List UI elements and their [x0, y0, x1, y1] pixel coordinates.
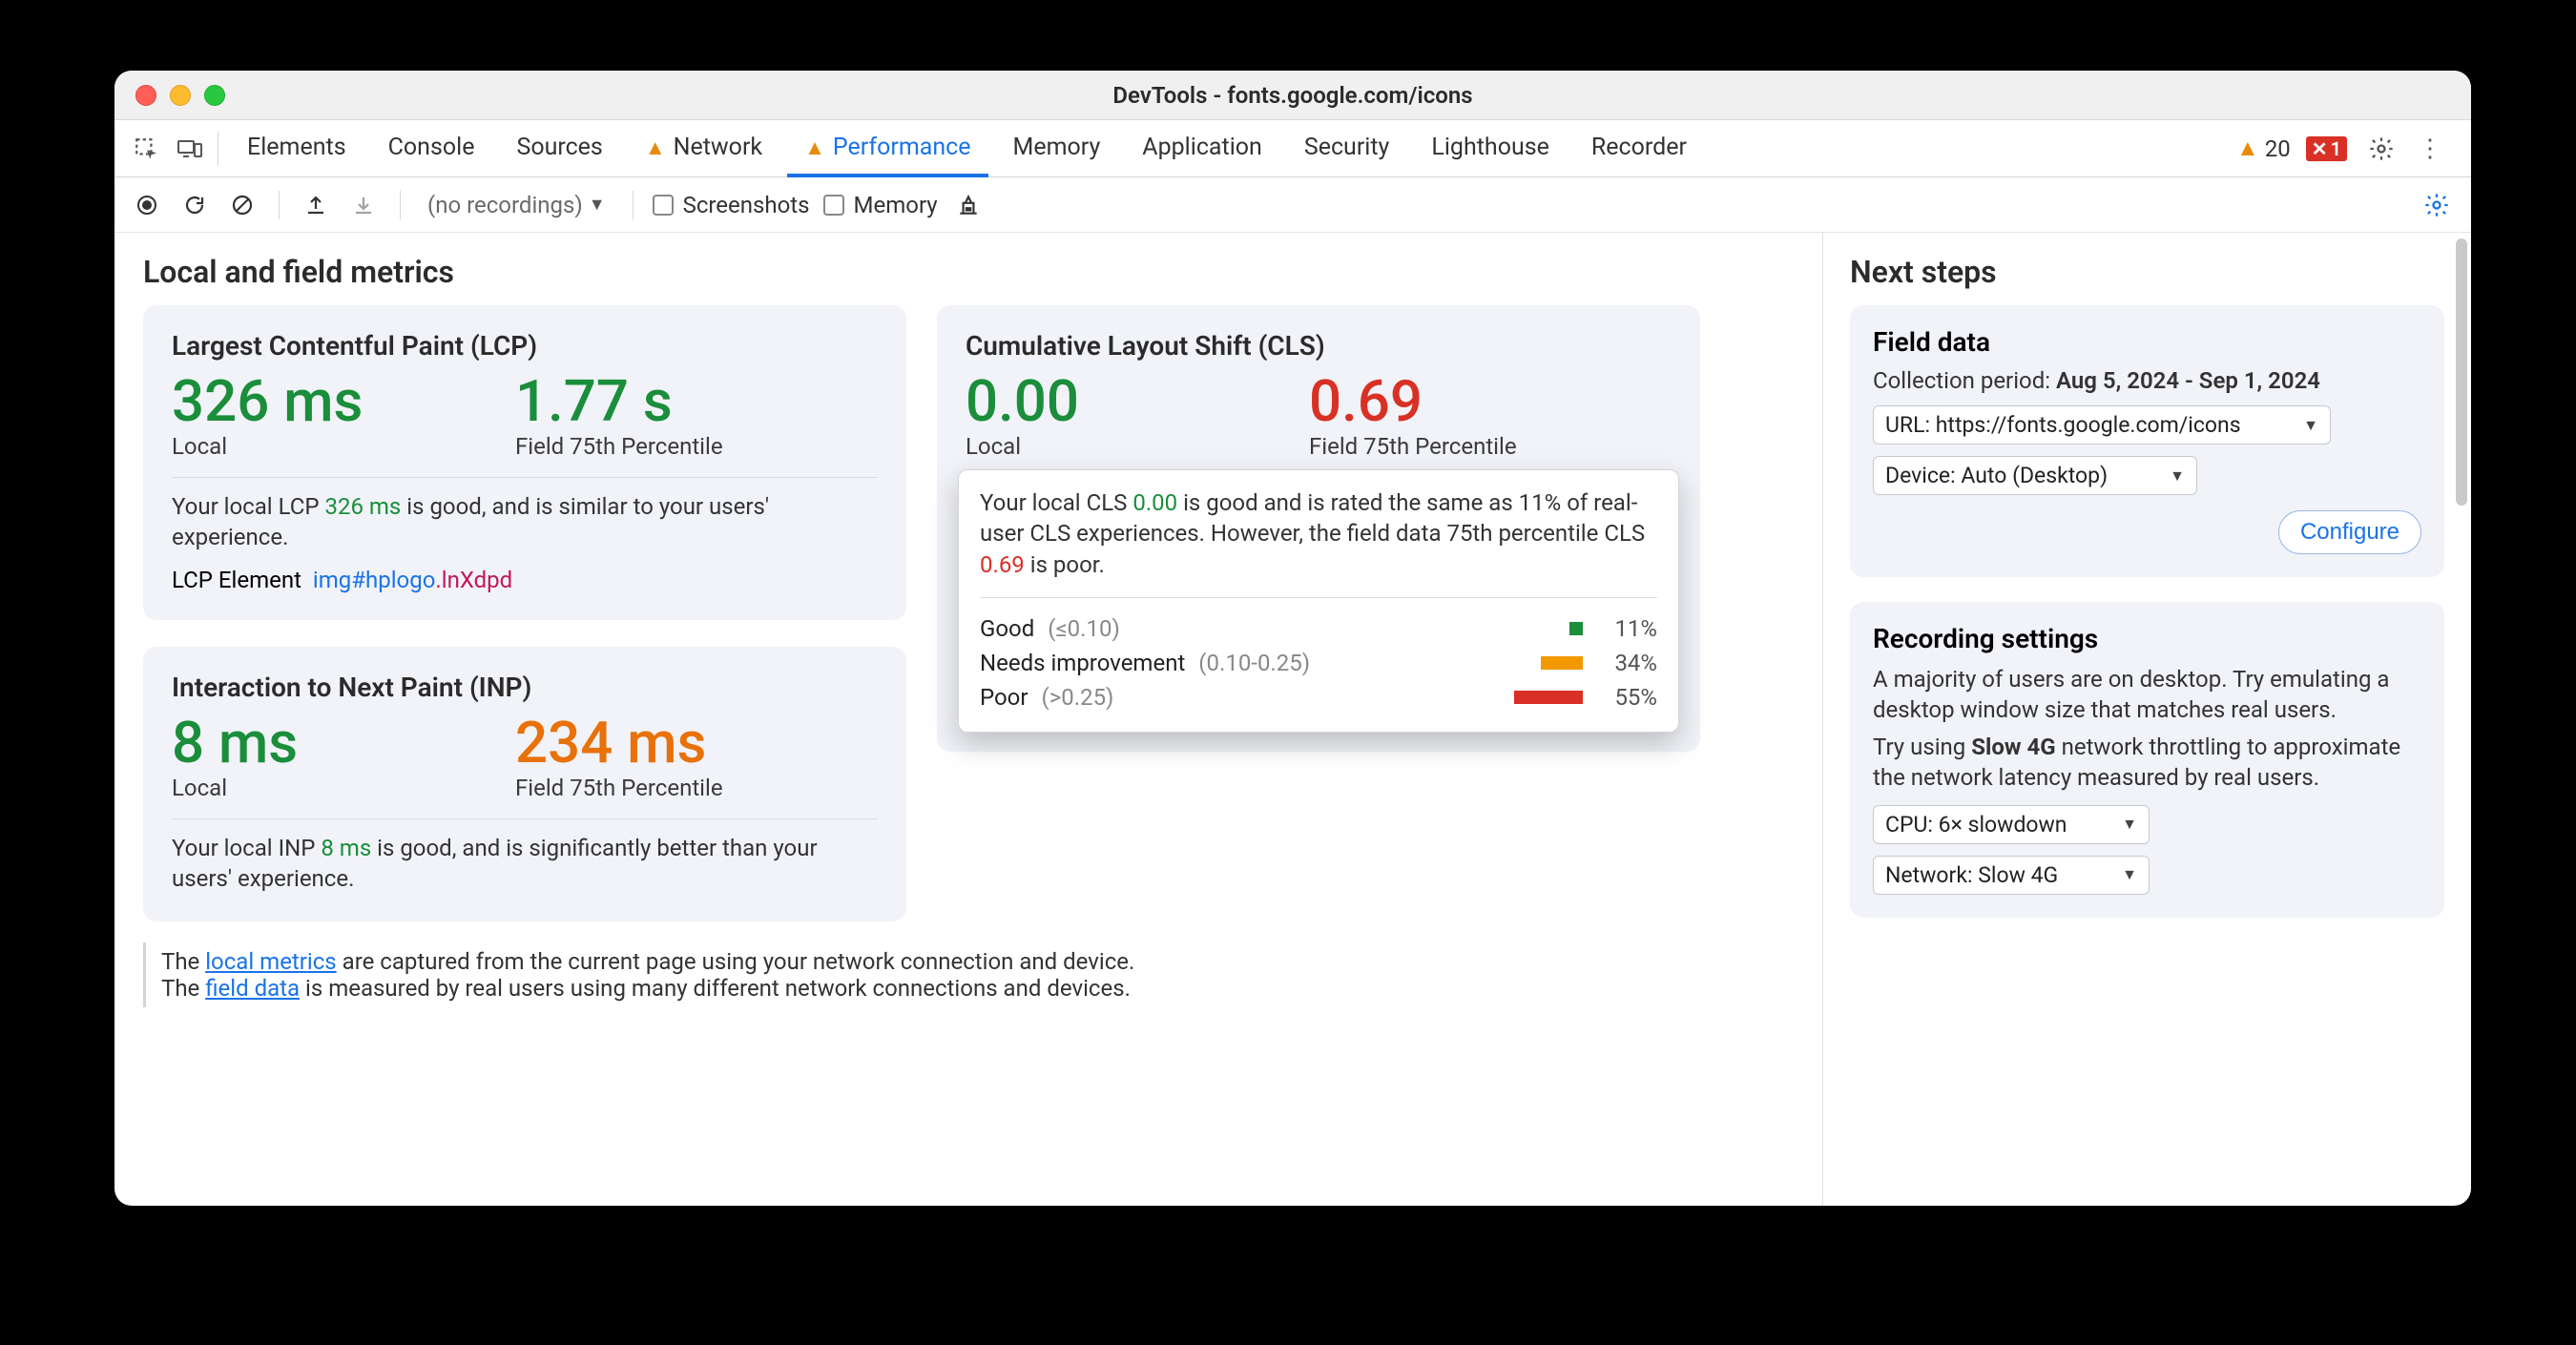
tab-recorder[interactable]: Recorder	[1574, 121, 1704, 177]
bar-good	[1569, 622, 1583, 635]
cls-card: Cumulative Layout Shift (CLS) 0.00 Local…	[937, 305, 1700, 752]
caret-down-icon: ▼	[2170, 466, 2185, 486]
url-select[interactable]: URL: https://fonts.google.com/icons▼	[1873, 405, 2331, 445]
memory-checkbox[interactable]: Memory	[823, 192, 938, 218]
recording-p1: A majority of users are on desktop. Try …	[1873, 664, 2421, 726]
cls-distribution: Good (≤0.10) 11% Needs improvement (0.10…	[980, 611, 1657, 714]
lcp-card: Largest Contentful Paint (LCP) 326 ms Lo…	[143, 305, 906, 620]
recording-settings-title: Recording settings	[1873, 623, 2421, 654]
scrollbar[interactable]	[2456, 235, 2469, 1204]
tab-lighthouse[interactable]: Lighthouse	[1414, 121, 1567, 177]
minimize-window-button[interactable]	[170, 85, 191, 106]
lcp-element[interactable]: LCP Element img#hplogo.lnXdpd	[172, 567, 878, 593]
checkbox-icon	[653, 195, 674, 216]
tab-application[interactable]: Application	[1125, 121, 1279, 177]
configure-button[interactable]: Configure	[2278, 510, 2421, 554]
recording-settings-card: Recording settings A majority of users a…	[1850, 602, 2444, 918]
cls-popover-text: Your local CLS 0.00 is good and is rated…	[980, 487, 1657, 580]
caret-down-icon: ▼	[589, 195, 606, 215]
recording-p2: Try using Slow 4G network throttling to …	[1873, 732, 2421, 794]
record-button[interactable]	[130, 188, 164, 222]
inspect-element-icon[interactable]	[124, 120, 168, 176]
lcp-field-label: Field 75th Percentile	[515, 433, 821, 460]
lcp-title: Largest Contentful Paint (LCP)	[172, 330, 878, 362]
main-heading: Local and field metrics	[143, 254, 1794, 290]
reload-record-button[interactable]	[177, 188, 212, 222]
warning-icon: ▲	[645, 135, 666, 160]
checkbox-icon	[823, 195, 844, 216]
tabs: Elements Console Sources ▲Network ▲Perfo…	[230, 120, 2219, 176]
side-heading: Next steps	[1850, 254, 2444, 290]
cpu-throttle-select[interactable]: CPU: 6× slowdown▼	[1873, 805, 2150, 844]
tab-network[interactable]: ▲Network	[628, 121, 779, 177]
lcp-local-label: Local	[172, 433, 477, 460]
lcp-local-value: 326 ms	[172, 371, 477, 431]
capture-settings-icon[interactable]	[2418, 186, 2456, 224]
titlebar: DevTools - fonts.google.com/icons	[114, 71, 2471, 120]
devtools-tabsbar: Elements Console Sources ▲Network ▲Perfo…	[114, 120, 2471, 177]
dist-needs-improvement: Needs improvement (0.10-0.25) 34%	[980, 646, 1657, 680]
warning-icon: ▲	[804, 135, 825, 160]
window-controls	[114, 85, 225, 106]
cls-field-label: Field 75th Percentile	[1309, 433, 1614, 460]
inp-field-label: Field 75th Percentile	[515, 775, 821, 801]
tab-performance[interactable]: ▲Performance	[787, 121, 987, 177]
tab-sources[interactable]: Sources	[499, 121, 619, 177]
cls-local-label: Local	[966, 433, 1271, 460]
performance-toolbar: (no recordings) ▼ Screenshots Memory	[114, 177, 2471, 233]
dist-poor: Poor (>0.25) 55%	[980, 680, 1657, 714]
device-select[interactable]: Device: Auto (Desktop)▼	[1873, 456, 2197, 495]
tab-memory[interactable]: Memory	[996, 121, 1118, 177]
inp-field-value: 234 ms	[515, 713, 821, 773]
cls-local-value: 0.00	[966, 371, 1271, 431]
download-icon[interactable]	[346, 188, 381, 222]
bar-needs	[1541, 656, 1583, 670]
clear-button[interactable]	[225, 188, 260, 222]
settings-icon[interactable]	[2362, 130, 2400, 168]
inp-local-value: 8 ms	[172, 713, 477, 773]
caret-down-icon: ▼	[2303, 416, 2318, 435]
device-toolbar-icon[interactable]	[168, 120, 212, 176]
tab-elements[interactable]: Elements	[230, 121, 364, 177]
inp-card: Interaction to Next Paint (INP) 8 ms Loc…	[143, 647, 906, 921]
panel-body: Local and field metrics Largest Contentf…	[114, 233, 2471, 1206]
cls-popover: Your local CLS 0.00 is good and is rated…	[958, 469, 1679, 733]
local-metrics-link[interactable]: local metrics	[205, 948, 336, 975]
field-data-link[interactable]: field data	[205, 975, 300, 1002]
window-title: DevTools - fonts.google.com/icons	[114, 82, 2471, 109]
devtools-window: DevTools - fonts.google.com/icons Elemen…	[114, 71, 2471, 1206]
lcp-field-value: 1.77 s	[515, 371, 821, 431]
fullscreen-window-button[interactable]	[204, 85, 225, 106]
caret-down-icon: ▼	[2122, 865, 2137, 884]
lcp-description: Your local LCP 326 ms is good, and is si…	[172, 491, 878, 553]
side-panel: Next steps Field data Collection period:…	[1822, 233, 2471, 1206]
upload-icon[interactable]	[299, 188, 333, 222]
more-menu-icon[interactable]: ⋮	[2416, 134, 2444, 163]
dist-good: Good (≤0.10) 11%	[980, 611, 1657, 646]
caret-down-icon: ▼	[2122, 815, 2137, 834]
tab-security[interactable]: Security	[1287, 121, 1407, 177]
collection-period: Collection period: Aug 5, 2024 - Sep 1, …	[1873, 367, 2421, 394]
inp-local-label: Local	[172, 775, 477, 801]
warnings-count[interactable]: ▲20	[2236, 134, 2291, 162]
errors-count[interactable]: ✕1	[2306, 136, 2347, 161]
field-data-title: Field data	[1873, 326, 2421, 358]
info-strip: The local metrics are captured from the …	[143, 942, 1794, 1007]
field-data-card: Field data Collection period: Aug 5, 202…	[1850, 305, 2444, 577]
scrollbar-thumb[interactable]	[2456, 238, 2467, 506]
status-area: ▲20 ✕1 ⋮	[2219, 120, 2462, 176]
screenshots-checkbox[interactable]: Screenshots	[653, 192, 810, 218]
inp-description: Your local INP 8 ms is good, and is sign…	[172, 833, 878, 895]
recordings-select[interactable]: (no recordings) ▼	[420, 192, 613, 218]
network-throttle-select[interactable]: Network: Slow 4G▼	[1873, 856, 2150, 895]
main-panel: Local and field metrics Largest Contentf…	[114, 233, 1822, 1206]
close-window-button[interactable]	[135, 85, 156, 106]
bar-poor	[1514, 691, 1583, 704]
tab-console[interactable]: Console	[371, 121, 492, 177]
cls-field-value: 0.69	[1309, 371, 1614, 431]
garbage-collect-icon[interactable]	[951, 188, 986, 222]
inp-title: Interaction to Next Paint (INP)	[172, 672, 878, 703]
cls-title: Cumulative Layout Shift (CLS)	[966, 330, 1672, 362]
